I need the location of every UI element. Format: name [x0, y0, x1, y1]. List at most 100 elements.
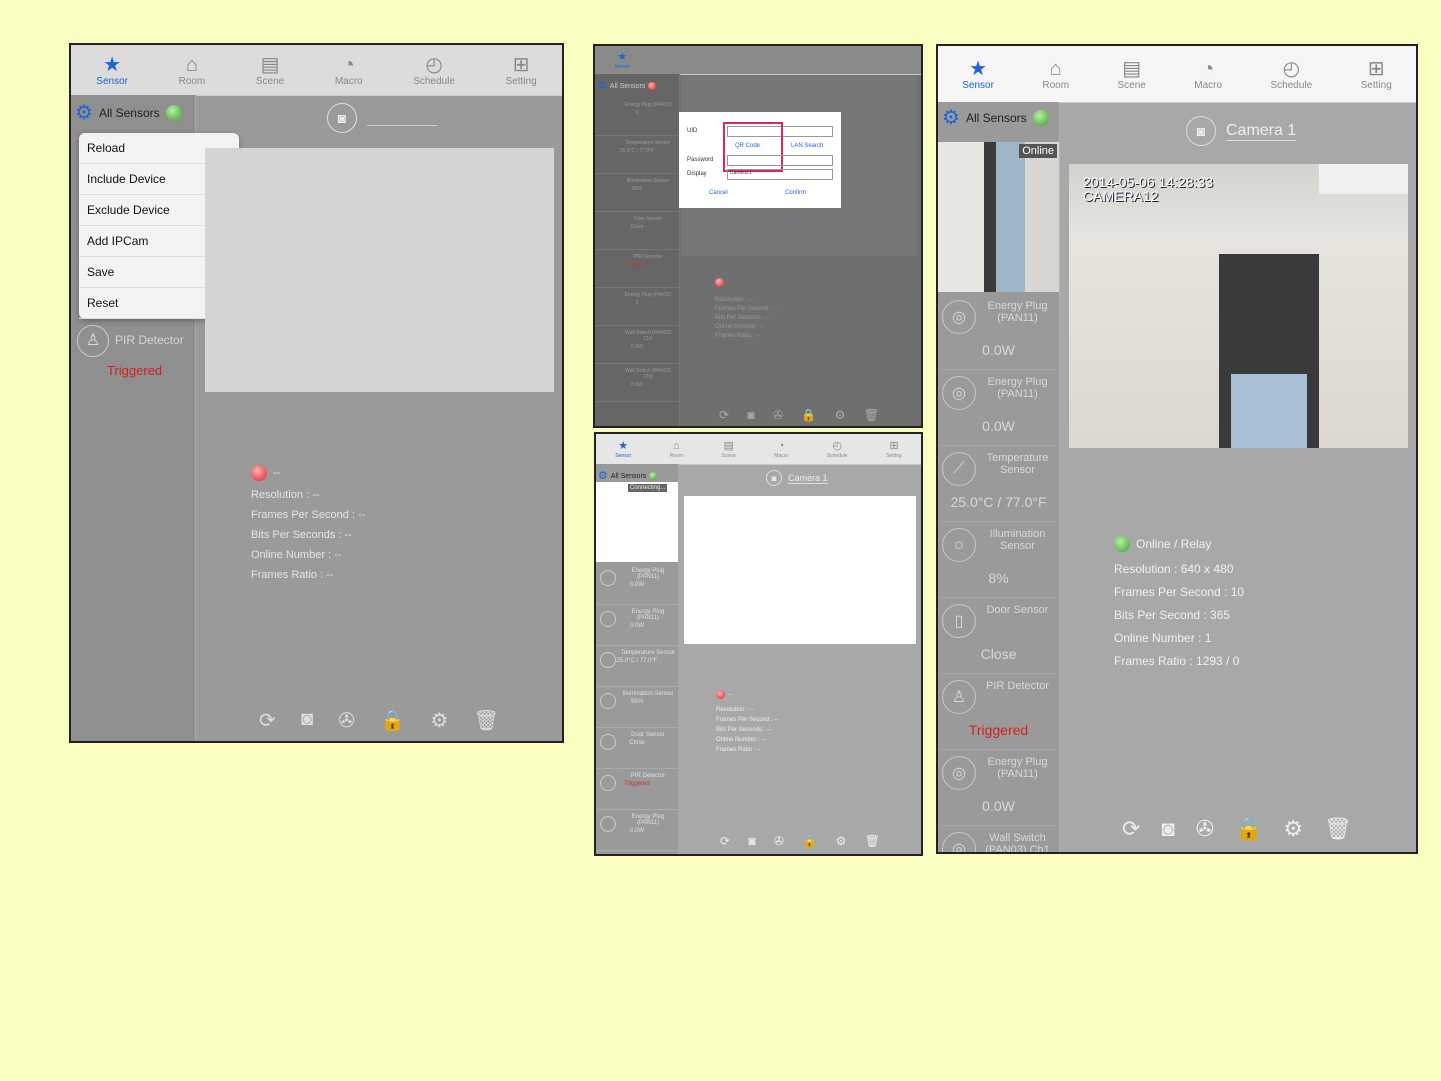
sidebar-item[interactable]: ☼ Illumination Sensor 8%: [938, 522, 1059, 598]
password-field[interactable]: [727, 155, 833, 166]
sidebar-item[interactable]: ◎ Wall Switch (PAN03) Ch1: [938, 826, 1059, 854]
tab-sensor[interactable]: ★ Sensor: [615, 440, 631, 459]
tab-setting[interactable]: ⊞ Setting: [506, 54, 537, 87]
sidebar-item[interactable]: Energy Plug (PAN11) 0: [595, 98, 679, 136]
sidebar-item[interactable]: Wall Switch (PAN03) Ch2 0.0W: [595, 364, 679, 402]
sidebar-item[interactable]: ◎ Energy Plug (PAN11) 0.0W: [938, 370, 1059, 446]
tab-macro[interactable]: ◔ Macro: [1194, 58, 1222, 91]
sidebar-item[interactable]: Illumination Sensor 95%: [595, 174, 679, 212]
lan-search-link[interactable]: LAN Search: [791, 143, 823, 149]
star-icon: ★: [618, 439, 629, 452]
refresh-icon[interactable]: ⟳: [259, 708, 276, 733]
ceiling-light: [1319, 164, 1408, 194]
lock-icon[interactable]: 🔒: [380, 708, 405, 733]
tab-schedule[interactable]: ◴ Schedule: [827, 440, 848, 459]
tab-setting[interactable]: ⊞ Setting: [886, 51, 902, 70]
confirm-button[interactable]: Confirm: [785, 190, 806, 196]
lock-icon[interactable]: 🔒: [1235, 816, 1262, 842]
sidebar-item[interactable]: ◎ Energy Plug (PAN11) 0.0W: [938, 750, 1059, 826]
video-icon[interactable]: ✇: [773, 408, 783, 422]
sidebar-item[interactable]: PIR Detector Triggered: [595, 250, 679, 288]
sidebar-item[interactable]: Wall Switch (PAN03) Ch1 0.0W: [595, 326, 679, 364]
tab-scene[interactable]: ▤ Scene: [256, 54, 284, 87]
camera-thumbnail: Connecting...: [596, 482, 678, 562]
sidebar-item[interactable]: ⟋ Temperature Sensor 25.0°C / 77.0°F: [938, 446, 1059, 522]
camera-icon[interactable]: ◙: [327, 103, 357, 133]
sidebar-item-name: Illumination Sensor: [989, 528, 1046, 552]
refresh-icon[interactable]: ⟳: [720, 834, 730, 848]
tab-label: Macro: [773, 63, 788, 70]
sidebar-item[interactable]: Illumination Sensor 95%: [596, 687, 678, 728]
sidebar-item[interactable]: Wall Switch (PAN03): [596, 851, 678, 854]
tab-room[interactable]: ⌂ Room: [179, 54, 206, 87]
gear-icon[interactable]: ⚙: [75, 103, 93, 123]
tab-setting[interactable]: ⊞ Setting: [886, 440, 902, 459]
tab-schedule[interactable]: ◴ Schedule: [826, 51, 847, 70]
tab-schedule[interactable]: ◴ Schedule: [1271, 58, 1313, 91]
sidebar-item[interactable]: Door Sensor Close: [595, 212, 679, 250]
tab-macro[interactable]: ◔ Macro: [774, 51, 788, 70]
tab-scene[interactable]: ▤ Scene: [721, 51, 735, 70]
cancel-button[interactable]: Cancel: [709, 190, 728, 196]
video-icon[interactable]: ✇: [1196, 816, 1214, 842]
sidebar-item[interactable]: ◎ Energy Plug (PAN11) 0.0W: [938, 294, 1059, 370]
display-field[interactable]: Camera 1: [727, 169, 833, 180]
tab-sensor[interactable]: ★ Sensor: [96, 54, 128, 87]
tab-label: Sensor: [615, 452, 632, 459]
video-icon[interactable]: ✇: [338, 708, 355, 733]
refresh-icon[interactable]: ⟳: [1122, 816, 1140, 842]
lock-icon[interactable]: 🔒: [801, 408, 816, 422]
sidebar-item[interactable]: Door Sensor Close: [596, 728, 678, 769]
tab-setting[interactable]: ⊞ Setting: [1361, 58, 1392, 91]
sensor-icon: ◎: [942, 376, 976, 410]
camera-icon[interactable]: ◙: [747, 408, 754, 422]
tab-room[interactable]: ⌂ Room: [670, 440, 683, 459]
sidebar-item[interactable]: Energy Plug (PAN11) 0.0W: [596, 564, 678, 605]
sidebar-item-name: Wall Switch (PAN03) Ch1: [985, 832, 1050, 854]
pir-detector-item[interactable]: ♙ PIR Detector Triggered: [71, 325, 195, 385]
trash-icon[interactable]: 🗑: [474, 708, 499, 733]
camera-icon[interactable]: ◙: [1186, 116, 1216, 146]
tab-room[interactable]: ⌂ Room: [1042, 58, 1069, 91]
camera-view: [205, 148, 554, 392]
tab-label: Schedule: [826, 63, 848, 70]
refresh-icon[interactable]: ⟳: [719, 408, 729, 422]
camera-icon[interactable]: ◙: [301, 708, 313, 733]
tab-scene[interactable]: ▤ Scene: [1117, 58, 1145, 91]
tab-room[interactable]: ⌂ Room: [669, 51, 682, 70]
camera-icon[interactable]: ◙: [766, 470, 782, 486]
video-icon[interactable]: ✇: [774, 834, 784, 848]
tab-sensor[interactable]: ★ Sensor: [962, 58, 994, 91]
sidebar-item[interactable]: Energy Plug (PAN11) 0.0W: [596, 810, 678, 851]
settings-icon[interactable]: ⚙: [1283, 816, 1303, 842]
sidebar-item[interactable]: ▯ Door Sensor Close: [938, 598, 1059, 674]
lock-icon[interactable]: 🔒: [802, 834, 817, 848]
sidebar-item[interactable]: ♙ PIR Detector Triggered: [938, 674, 1059, 750]
sidebar-item[interactable]: Energy Plug (PAN11) 0: [595, 288, 679, 326]
gear-icon[interactable]: ⚙: [942, 108, 960, 128]
tab-sensor[interactable]: ★ Sensor: [614, 51, 630, 70]
trash-icon[interactable]: 🗑: [1324, 816, 1352, 842]
trash-icon[interactable]: 🗑: [864, 408, 879, 422]
tab-macro[interactable]: ◔ Macro: [774, 440, 788, 459]
sidebar-item[interactable]: Temperature Sensor 25.0°C / 77.0°F: [595, 136, 679, 174]
camera-title-underline: [367, 124, 437, 126]
sidebar-item[interactable]: Temperature Sensor 25.0°C / 77.0°F: [596, 646, 678, 687]
home-icon: ⌂: [672, 50, 679, 63]
sidebar-item[interactable]: Energy Plug (PAN11) 0.0W: [596, 605, 678, 646]
settings-icon[interactable]: ⚙: [430, 708, 448, 733]
settings-icon[interactable]: ⚙: [836, 834, 847, 848]
trash-icon[interactable]: 🗑: [865, 834, 880, 848]
qr-code-link[interactable]: QR Code: [735, 143, 760, 149]
status-text: --: [728, 691, 732, 698]
tab-macro[interactable]: ◔ Macro: [335, 54, 363, 87]
tab-scene[interactable]: ▤ Scene: [722, 440, 736, 459]
camera-icon[interactable]: ◙: [748, 834, 755, 848]
sidebar: ⚙ All Sensors Connecting... Energy Plug …: [596, 464, 679, 854]
sidebar-item[interactable]: PIR Detector Triggered: [596, 769, 678, 810]
camera-icon[interactable]: ◙: [1161, 816, 1174, 842]
gear-icon[interactable]: ⚙: [597, 76, 607, 96]
tab-schedule[interactable]: ◴ Schedule: [413, 54, 455, 87]
settings-icon[interactable]: ⚙: [835, 408, 846, 422]
sidebar-item-value: 0.0W: [982, 798, 1015, 814]
